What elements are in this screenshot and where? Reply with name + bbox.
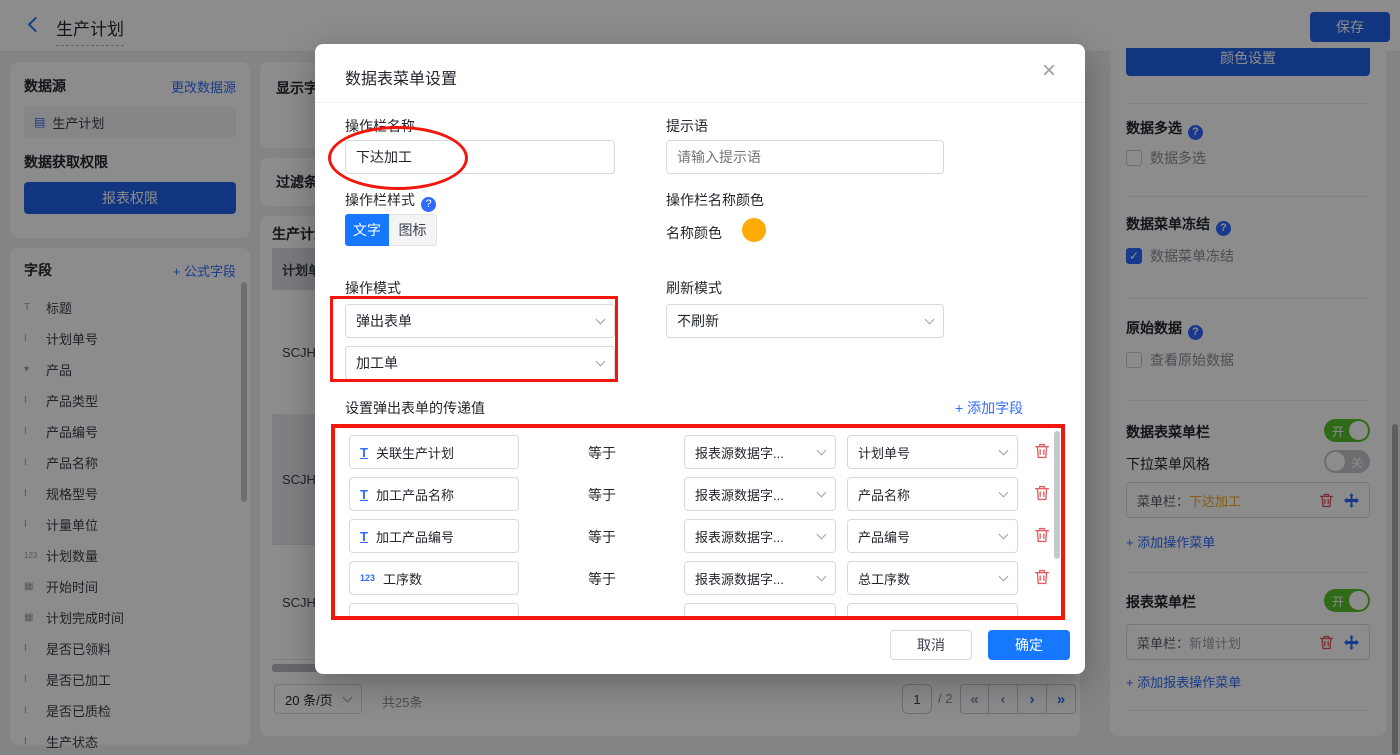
source-type-value: 报表源数据字... [695, 487, 784, 503]
source-type-select[interactable]: 报表源数据字... [684, 477, 836, 511]
chevron-down-icon [998, 445, 1009, 455]
text-field-icon: T [360, 528, 368, 544]
action-mode-select[interactable]: 弹出表单 [345, 304, 615, 338]
action-name-input[interactable] [345, 140, 615, 174]
action-mode-value: 弹出表单 [356, 313, 412, 329]
source-type-select[interactable]: 报表源数据字... [684, 519, 836, 553]
source-field-select[interactable]: 产品名称 [847, 477, 1018, 511]
transfer-row: T 关联生产计划 等于 报表源数据字... 计划单号 [334, 435, 1062, 469]
chevron-down-icon [816, 445, 827, 455]
delete-row-button[interactable] [1034, 569, 1050, 590]
tip-input[interactable] [666, 140, 944, 174]
name-color-text: 名称颜色 [666, 225, 722, 241]
modal-title: 数据表菜单设置 [345, 71, 458, 88]
trash-icon [1035, 527, 1049, 543]
cancel-button[interactable]: 取消 [890, 630, 972, 660]
action-mode-label: 操作模式 [345, 280, 401, 296]
refresh-mode-label: 刷新模式 [666, 280, 722, 296]
source-field-value: 总工序数 [858, 571, 911, 587]
add-field-link[interactable]: + 添加字段 [955, 398, 1023, 418]
operator-label: 等于 [588, 529, 616, 545]
table-menu-settings-modal: 数据表菜单设置 × 操作栏名称 提示语 操作栏样式? 操作栏名称颜色 文字 图标… [315, 44, 1085, 674]
trash-icon [1035, 485, 1049, 501]
source-type-select[interactable]: 报表源数据字... [684, 561, 836, 595]
delete-row-button[interactable] [1034, 527, 1050, 548]
chevron-down-icon [998, 571, 1009, 581]
transfer-row-partial [334, 603, 1062, 617]
transfer-row: T 加工产品编号 等于 报表源数据字... 产品编号 [334, 519, 1062, 553]
color-swatch[interactable] [742, 218, 766, 242]
transfer-field-input[interactable]: 123 工序数 [349, 561, 519, 595]
confirm-button[interactable]: 确定 [988, 630, 1070, 660]
close-icon[interactable]: × [1042, 57, 1056, 85]
source-type-value: 报表源数据字... [695, 571, 784, 587]
action-name-label: 操作栏名称 [345, 118, 415, 134]
style-icon-label: 图标 [398, 222, 427, 238]
name-color-label: 操作栏名称颜色 [666, 192, 764, 208]
refresh-mode-select[interactable]: 不刷新 [666, 304, 944, 338]
app-root: 生产计划 保存 数据源 更改数据源 ▤ 生产计划 数据获取权限 报表权限 字段 … [0, 0, 1400, 755]
transfer-field-input[interactable]: T 加工产品编号 [349, 519, 519, 553]
text-field-icon: T [360, 444, 368, 460]
transfer-field-name: 关联生产计划 [375, 445, 454, 461]
help-icon[interactable]: ? [421, 196, 436, 212]
form-select-value: 加工单 [356, 355, 398, 371]
source-field-value: 产品名称 [858, 487, 911, 503]
rows-scrollbar[interactable] [1054, 431, 1060, 559]
transfer-field-input[interactable]: T 关联生产计划 [349, 435, 519, 469]
transfer-field-name: 工序数 [383, 571, 423, 587]
action-style-label-text: 操作栏样式 [345, 192, 415, 208]
trash-icon [1035, 569, 1049, 585]
tip-label: 提示语 [666, 118, 708, 134]
source-type-select[interactable]: 报表源数据字... [684, 435, 836, 469]
transfer-row: T 加工产品名称 等于 报表源数据字... 产品名称 [334, 477, 1062, 511]
source-type-value: 报表源数据字... [695, 529, 784, 545]
operator-label: 等于 [588, 445, 616, 461]
transfer-field-input[interactable] [349, 603, 519, 617]
refresh-mode-value: 不刷新 [677, 313, 719, 329]
source-field-value: 产品编号 [858, 529, 911, 545]
chevron-down-icon [816, 571, 827, 581]
modal-header: 数据表菜单设置 × [315, 44, 1085, 103]
number-field-icon: 123 [360, 573, 376, 583]
chevron-down-icon [816, 487, 827, 497]
style-icon-option[interactable]: 图标 [389, 214, 437, 246]
style-text-label: 文字 [353, 222, 381, 238]
transfer-field-name: 加工产品编号 [375, 529, 454, 545]
transfer-rows-container: T 关联生产计划 等于 报表源数据字... 计划单号 T 加工产品名称 等于 报表源… [333, 426, 1063, 618]
source-type-select[interactable] [684, 603, 836, 617]
operator-label: 等于 [588, 487, 616, 503]
chevron-down-icon [816, 529, 827, 539]
delete-row-button[interactable] [1034, 485, 1050, 506]
trash-icon [1035, 443, 1049, 459]
chevron-down-icon [924, 314, 935, 324]
transfer-row: 123 工序数 等于 报表源数据字... 总工序数 [334, 561, 1062, 595]
source-field-select[interactable]: 计划单号 [847, 435, 1018, 469]
source-type-value: 报表源数据字... [695, 445, 784, 461]
transfer-field-name: 加工产品名称 [375, 487, 454, 503]
form-select[interactable]: 加工单 [345, 346, 615, 380]
action-style-label: 操作栏样式? [345, 190, 436, 212]
source-field-select[interactable]: 总工序数 [847, 561, 1018, 595]
text-field-icon: T [360, 486, 368, 502]
source-field-select[interactable]: 产品编号 [847, 519, 1018, 553]
chevron-down-icon [998, 529, 1009, 539]
chevron-down-icon [595, 356, 606, 366]
operator-label: 等于 [588, 571, 616, 587]
style-text-option[interactable]: 文字 [345, 214, 389, 246]
source-field-select[interactable] [847, 603, 1018, 617]
delete-row-button[interactable] [1034, 443, 1050, 464]
transfer-values-label: 设置弹出表单的传递值 [345, 400, 485, 416]
source-field-value: 计划单号 [858, 445, 911, 461]
transfer-field-input[interactable]: T 加工产品名称 [349, 477, 519, 511]
chevron-down-icon [595, 314, 606, 324]
chevron-down-icon [998, 487, 1009, 497]
